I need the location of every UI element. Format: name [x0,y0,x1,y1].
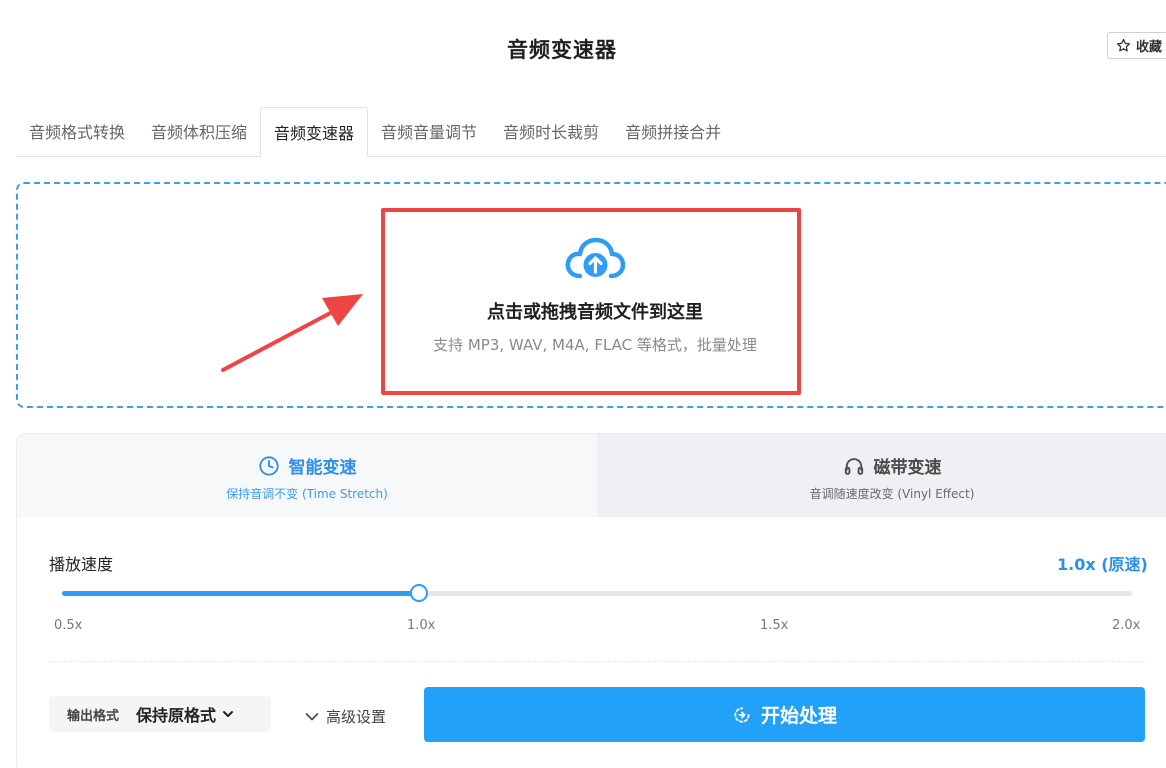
favorite-label: 收藏 [1136,40,1163,55]
mode-selector: 智能变速 保持音调不变 (Time Stretch) 磁带变速 音调随速度改变 … [17,434,1166,517]
speed-tick: 0.5x [54,618,83,633]
tab-volume-adjust[interactable]: 音频音量调节 [368,106,490,156]
pointer-arrow-annotation [221,294,363,372]
favorite-button[interactable]: 收藏 [1107,32,1166,59]
chevron-down-icon [223,711,234,717]
output-format-label: 输出格式 [67,708,120,724]
cloud-upload-icon [565,237,626,279]
speed-slider[interactable] [62,584,1132,602]
processing-icon [734,706,750,723]
upload-subtitle: 支持 MP3, WAV, M4A, FLAC 等格式，批量处理 [433,336,757,354]
output-format-value: 保持原格式 [136,706,217,725]
speed-label: 播放速度 [49,555,114,574]
tab-size-compress[interactable]: 音频体积压缩 [138,106,260,156]
mode-title-label: 智能变速 [288,458,357,478]
upload-title: 点击或拖拽音频文件到这里 [487,302,703,323]
mode-subtitle: 音调随速度改变 (Vinyl Effect) [809,487,975,501]
speed-tick: 1.5x [760,618,789,633]
speed-tick: 1.0x [407,618,436,633]
speed-slider-handle[interactable] [409,584,428,602]
tab-speed-changer[interactable]: 音频变速器 [260,107,369,157]
output-format-select[interactable]: 输出格式 保持原格式 [49,696,271,732]
chevron-down-icon [305,712,319,720]
clock-icon [258,455,279,476]
speed-slider-fill [62,591,419,596]
tab-duration-trim[interactable]: 音频时长裁剪 [490,106,612,156]
section-divider [49,661,1145,662]
settings-card: 智能变速 保持音调不变 (Time Stretch) 磁带变速 音调随速度改变 … [16,433,1166,768]
tool-tabs: 音频格式转换 音频体积压缩 音频变速器 音频音量调节 音频时长裁剪 音频拼接合并 [16,107,1166,157]
mode-subtitle: 保持音调不变 (Time Stretch) [226,487,388,501]
headphones-icon [844,457,863,475]
page-title: 音频变速器 [507,38,617,62]
tab-format-convert[interactable]: 音频格式转换 [16,106,138,156]
star-icon [1116,38,1131,52]
mode-smart-speed[interactable]: 智能变速 保持音调不变 (Time Stretch) [17,434,597,517]
start-processing-button[interactable]: 开始处理 [424,687,1145,742]
mode-tape-speed[interactable]: 磁带变速 音调随速度改变 (Vinyl Effect) [597,434,1166,517]
advanced-settings-toggle[interactable]: 高级设置 [305,706,386,727]
start-button-label: 开始处理 [760,705,837,727]
mode-title-label: 磁带变速 [873,458,942,478]
advanced-settings-label: 高级设置 [326,708,387,726]
speed-value: 1.0x (原速) [1057,555,1148,574]
tab-audio-merge[interactable]: 音频拼接合并 [612,106,734,156]
speed-tick: 2.0x [1112,618,1141,633]
